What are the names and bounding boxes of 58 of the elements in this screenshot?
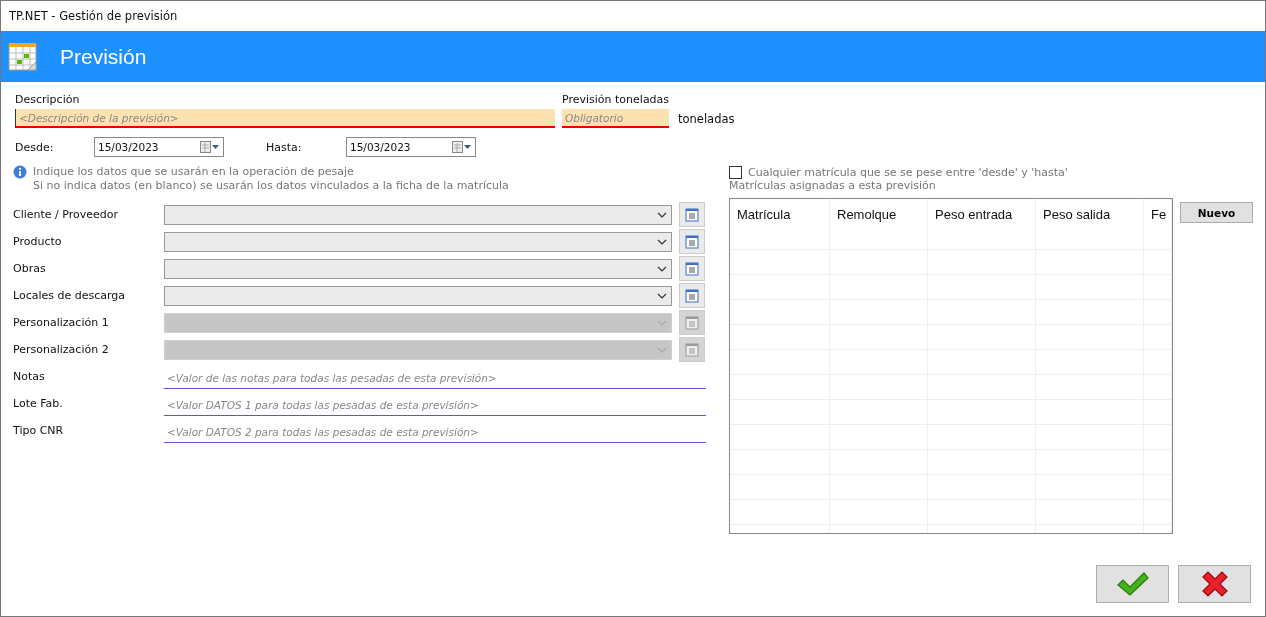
chevron-icon [657, 238, 667, 245]
date-picker[interactable]: 15/03/2023 [94, 137, 224, 157]
info-icon [13, 165, 27, 179]
calendar-dropdown-icon [200, 141, 220, 153]
description-field[interactable]: <Descripción de la previsión> [15, 109, 555, 128]
list-button[interactable] [679, 283, 705, 308]
list-icon [685, 261, 699, 276]
list-button[interactable] [679, 229, 705, 254]
field-label: Cliente / Proveedor [13, 208, 120, 221]
field-label: Previsión toneladas [562, 93, 671, 106]
field-label: Producto [13, 235, 63, 248]
info-text: Indique los datos que se usarán en la operación de pesaje [33, 165, 355, 179]
column-header[interactable]: Peso salida [1036, 199, 1144, 249]
list-icon [685, 342, 699, 357]
chevron-icon [657, 265, 667, 272]
dropdown-field[interactable] [164, 231, 672, 252]
unit-label: toneladas [678, 111, 735, 126]
column-header[interactable]: Remolque [830, 199, 928, 249]
new-button[interactable]: Nuevo [1180, 202, 1253, 223]
field-label: Obras [13, 262, 47, 275]
field-label: Desde: [15, 140, 55, 154]
checkbox[interactable] [729, 166, 742, 179]
list-icon [685, 288, 699, 303]
list-button[interactable] [679, 202, 705, 227]
field-label: Personalización 2 [13, 343, 110, 356]
checkbox-label: Cualquier matrícula que se se pese entre 'desde' y 'hasta' [748, 166, 1068, 179]
list-icon [685, 315, 699, 330]
chevron-icon [657, 346, 667, 353]
section-label: Matrículas asignadas a esta previsión [729, 179, 937, 192]
list-icon [685, 234, 699, 249]
field-label: Locales de descarga [13, 289, 127, 302]
dropdown-field[interactable] [164, 204, 672, 225]
dropdown-field[interactable] [164, 285, 672, 306]
checkmark-icon [1115, 571, 1150, 597]
window-title: TP.NET - Gestión de previsión [9, 9, 178, 23]
calendar-icon [8, 41, 38, 72]
date-picker[interactable]: 15/03/2023 [346, 137, 476, 157]
chevron-icon [657, 319, 667, 326]
dropdown-field[interactable] [164, 258, 672, 279]
list-icon [685, 207, 699, 222]
field-label: Lote Fab. [13, 397, 64, 410]
field-label: Personalización 1 [13, 316, 110, 329]
tonnage-field[interactable]: Obligatorio [562, 109, 669, 128]
column-header[interactable]: Matrícula [730, 199, 830, 249]
info-text: Si no indica datos (en blanco) se usarán los datos vinculados a la ficha de la matrícula [33, 179, 509, 193]
cancel-button[interactable] [1178, 565, 1251, 603]
calendar-dropdown-icon [452, 141, 472, 153]
chevron-icon [657, 292, 667, 299]
column-header[interactable]: Fe [1144, 199, 1172, 249]
field-label: Descripción [15, 93, 81, 106]
column-header[interactable]: Peso entrada [928, 199, 1036, 249]
header-title: Previsión [60, 44, 147, 69]
field-label: Notas [13, 370, 46, 383]
field-label: Tipo CNR [13, 424, 65, 437]
accept-button[interactable] [1096, 565, 1169, 603]
chevron-icon [657, 211, 667, 218]
list-button[interactable] [679, 256, 705, 281]
field-label: Hasta: [266, 140, 303, 154]
